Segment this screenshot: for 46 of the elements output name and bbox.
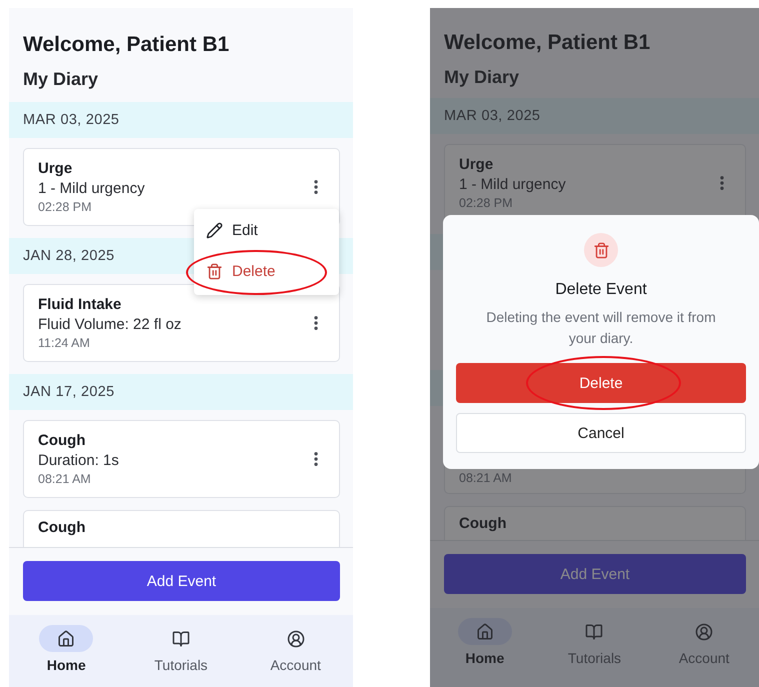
date-label: MAR 03, 2025 bbox=[23, 112, 120, 128]
dialog-message: Deleting the event will remove it from your diary. bbox=[485, 308, 717, 348]
welcome-heading: Welcome, Patient B1 bbox=[444, 30, 652, 56]
event-title: Cough bbox=[38, 432, 86, 449]
date-label: MAR 03, 2025 bbox=[444, 108, 540, 124]
event-card[interactable]: Fluid Intake Fluid Volume: 22 fl oz 11:24 AM bbox=[23, 284, 340, 362]
home-icon bbox=[476, 622, 494, 640]
book-icon bbox=[172, 630, 190, 648]
diary-heading: My Diary bbox=[23, 68, 100, 90]
event-time: 02:28 PM bbox=[38, 200, 93, 214]
dialog-title: Delete Event bbox=[555, 281, 647, 299]
event-title: Cough bbox=[38, 519, 86, 536]
event-title: Urge bbox=[459, 156, 494, 173]
cancel-button[interactable]: Cancel bbox=[456, 413, 746, 453]
nav-tab[interactable]: Tutorials bbox=[136, 625, 226, 687]
event-detail: 1 - Mild urgency bbox=[38, 180, 146, 197]
delete-button[interactable]: Delete bbox=[456, 363, 746, 403]
event-card[interactable]: Cough bbox=[444, 506, 746, 540]
date-label: JAN 17, 2025 bbox=[23, 384, 114, 400]
trash-icon bbox=[584, 233, 618, 267]
trash-icon bbox=[206, 263, 223, 280]
event-time: 02:28 PM bbox=[459, 196, 514, 210]
nav-tab[interactable]: Home bbox=[21, 625, 112, 687]
nav-tab[interactable]: Account bbox=[250, 625, 341, 687]
event-detail: 1 - Mild urgency bbox=[459, 176, 567, 193]
event-title: Fluid Intake bbox=[38, 296, 122, 313]
book-icon bbox=[585, 622, 604, 640]
welcome-heading: Welcome, Patient B1 bbox=[23, 32, 230, 58]
event-time: 08:21 AM bbox=[38, 472, 92, 486]
add-event-button[interactable]: Add Event bbox=[23, 561, 340, 601]
user-circle-icon bbox=[286, 630, 305, 648]
diary-heading: My Diary bbox=[444, 66, 520, 88]
event-card[interactable]: Cough bbox=[23, 510, 340, 547]
date-label: JAN 28, 2025 bbox=[23, 248, 114, 264]
event-card[interactable]: Cough Duration: 1s 08:21 AM bbox=[23, 420, 340, 498]
user-circle-icon bbox=[695, 622, 714, 640]
event-detail: Duration: 1s bbox=[38, 452, 120, 469]
event-time: 08:21 AM bbox=[459, 471, 513, 485]
event-title: Cough bbox=[459, 515, 508, 532]
event-detail: Fluid Volume: 22 fl oz bbox=[38, 316, 182, 333]
event-time: 11:24 AM bbox=[38, 336, 91, 350]
home-icon bbox=[57, 630, 76, 648]
nav-tab[interactable]: Home bbox=[440, 618, 530, 687]
pencil-icon bbox=[206, 222, 223, 239]
edit-menu-item[interactable]: Edit bbox=[194, 213, 270, 248]
event-title: Urge bbox=[38, 160, 74, 177]
